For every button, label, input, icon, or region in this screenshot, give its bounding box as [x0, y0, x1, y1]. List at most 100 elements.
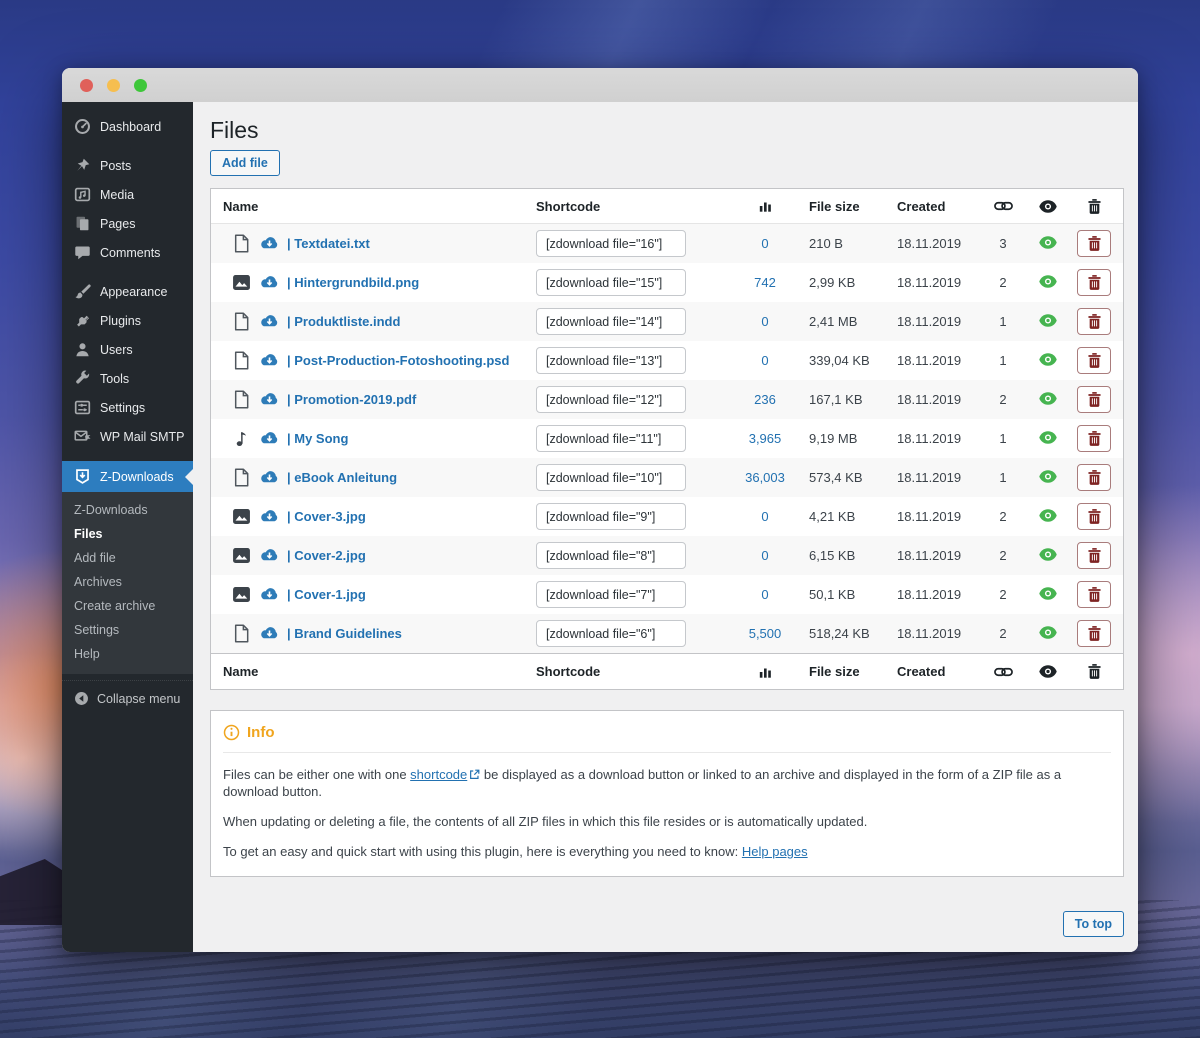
add-file-button[interactable]: Add file [210, 150, 280, 176]
submenu-item-create-archive[interactable]: Create archive [62, 594, 193, 618]
minimize-window-button[interactable] [107, 78, 120, 92]
delete-file-button[interactable] [1077, 620, 1111, 647]
close-window-button[interactable] [80, 78, 93, 92]
file-name-link[interactable]: | Produktliste.indd [287, 314, 400, 329]
file-name-link[interactable]: | Textdatei.txt [287, 236, 370, 251]
submenu-item-z-downloads[interactable]: Z-Downloads [62, 498, 193, 522]
cloud-download-icon[interactable] [259, 353, 280, 368]
collapse-menu-button[interactable]: Collapse menu [62, 680, 193, 716]
file-name-link[interactable]: | Post-Production-Fotoshooting.psd [287, 353, 509, 368]
shortcode-input[interactable] [536, 503, 686, 530]
sidebar-item-posts[interactable]: Posts [62, 151, 193, 180]
sidebar-item-dashboard[interactable]: Dashboard [62, 112, 193, 141]
downloads-count-link[interactable]: 0 [761, 236, 768, 251]
eye-icon[interactable] [1039, 547, 1057, 564]
shortcode-input[interactable] [536, 347, 686, 374]
delete-file-button[interactable] [1077, 542, 1111, 569]
cloud-download-icon[interactable] [259, 470, 280, 485]
delete-file-button[interactable] [1077, 581, 1111, 608]
file-name-link[interactable]: | My Song [287, 431, 348, 446]
sidebar-item-comments[interactable]: Comments [62, 238, 193, 267]
shortcode-link[interactable]: shortcode [410, 767, 480, 782]
submenu-item-files[interactable]: Files [62, 522, 193, 546]
downloads-count-link[interactable]: 0 [761, 548, 768, 563]
cloud-download-icon[interactable] [259, 509, 280, 524]
submenu-item-add-file[interactable]: Add file [62, 546, 193, 570]
file-name-link[interactable]: | Hintergrundbild.png [287, 275, 419, 290]
downloads-count-link[interactable]: 236 [754, 392, 776, 407]
file-size-value: 210 B [809, 236, 843, 251]
eye-icon[interactable] [1039, 625, 1057, 642]
downloads-count-link[interactable]: 36,003 [745, 470, 785, 485]
shortcode-input[interactable] [536, 581, 686, 608]
sidebar-item-media[interactable]: Media [62, 180, 193, 209]
help-pages-link[interactable]: Help pages [742, 844, 808, 859]
delete-file-button[interactable] [1077, 308, 1111, 335]
to-top-button[interactable]: To top [1062, 911, 1124, 937]
created-date-value: 18.11.2019 [897, 236, 962, 251]
downloads-count-link[interactable]: 0 [761, 353, 768, 368]
downloads-count-link[interactable]: 0 [761, 509, 768, 524]
downloads-count-link[interactable]: 5,500 [749, 626, 782, 641]
delete-file-button[interactable] [1077, 269, 1111, 296]
eye-icon[interactable] [1039, 430, 1057, 447]
cloud-download-icon[interactable] [259, 587, 280, 602]
cloud-download-icon[interactable] [259, 236, 280, 251]
sidebar-item-pages[interactable]: Pages [62, 209, 193, 238]
shortcode-input[interactable] [536, 386, 686, 413]
file-name-link[interactable]: | Cover-3.jpg [287, 509, 366, 524]
delete-file-button[interactable] [1077, 230, 1111, 257]
downloads-count-link[interactable]: 3,965 [749, 431, 782, 446]
cloud-download-icon[interactable] [259, 626, 280, 641]
shortcode-input[interactable] [536, 542, 686, 569]
sidebar-item-users[interactable]: Users [62, 335, 193, 364]
cloud-download-icon[interactable] [259, 392, 280, 407]
eye-icon[interactable] [1039, 235, 1057, 252]
delete-file-button[interactable] [1077, 425, 1111, 452]
cloud-download-icon[interactable] [259, 548, 280, 563]
delete-file-button[interactable] [1077, 347, 1111, 374]
eye-icon[interactable] [1039, 352, 1057, 369]
submenu-item-help[interactable]: Help [62, 642, 193, 666]
downloads-count-link[interactable]: 742 [754, 275, 776, 290]
file-name-link[interactable]: | eBook Anleitung [287, 470, 397, 485]
file-name-link[interactable]: | Promotion-2019.pdf [287, 392, 416, 407]
sidebar-item-tools[interactable]: Tools [62, 364, 193, 393]
shortcode-input[interactable] [536, 230, 686, 257]
main-menu: Dashboard Posts Media Pages Comments App… [62, 112, 193, 492]
shortcode-input[interactable] [536, 425, 686, 452]
shortcode-input[interactable] [536, 620, 686, 647]
sidebar-item-wp-mail-smtp[interactable]: WP Mail SMTP [62, 422, 193, 451]
zoom-window-button[interactable] [134, 78, 147, 92]
eye-icon[interactable] [1039, 586, 1057, 603]
delete-file-button[interactable] [1077, 464, 1111, 491]
cloud-download-icon[interactable] [259, 314, 280, 329]
sidebar-item-appearance[interactable]: Appearance [62, 277, 193, 306]
cloud-download-icon[interactable] [259, 275, 280, 290]
sidebar-item-settings[interactable]: Settings [62, 393, 193, 422]
eye-icon[interactable] [1039, 469, 1057, 486]
cloud-download-icon[interactable] [259, 431, 280, 446]
eye-icon[interactable] [1039, 274, 1057, 291]
delete-file-button[interactable] [1077, 503, 1111, 530]
sidebar-item-z-downloads[interactable]: Z-Downloads [62, 461, 193, 492]
file-name-link[interactable]: | Brand Guidelines [287, 626, 402, 641]
shortcode-input[interactable] [536, 269, 686, 296]
delete-file-button[interactable] [1077, 386, 1111, 413]
sidebar-item-label: Media [100, 187, 135, 202]
shortcode-input[interactable] [536, 464, 686, 491]
file-name-link[interactable]: | Cover-1.jpg [287, 587, 366, 602]
submenu-item-archives[interactable]: Archives [62, 570, 193, 594]
eye-icon[interactable] [1039, 391, 1057, 408]
main-content: Files Add file Name Shortcode File size … [193, 102, 1138, 952]
downloads-count-link[interactable]: 0 [761, 587, 768, 602]
sidebar-item-plugins[interactable]: Plugins [62, 306, 193, 335]
shortcode-input[interactable] [536, 308, 686, 335]
eye-icon[interactable] [1039, 508, 1057, 525]
downloads-count-link[interactable]: 0 [761, 314, 768, 329]
submenu-item-settings[interactable]: Settings [62, 618, 193, 642]
table-row: | Brand Guidelines 5,500 518,24 KB 18.11… [211, 614, 1123, 653]
eye-icon[interactable] [1039, 313, 1057, 330]
file-name-link[interactable]: | Cover-2.jpg [287, 548, 366, 563]
links-count-value: 3 [999, 236, 1007, 251]
